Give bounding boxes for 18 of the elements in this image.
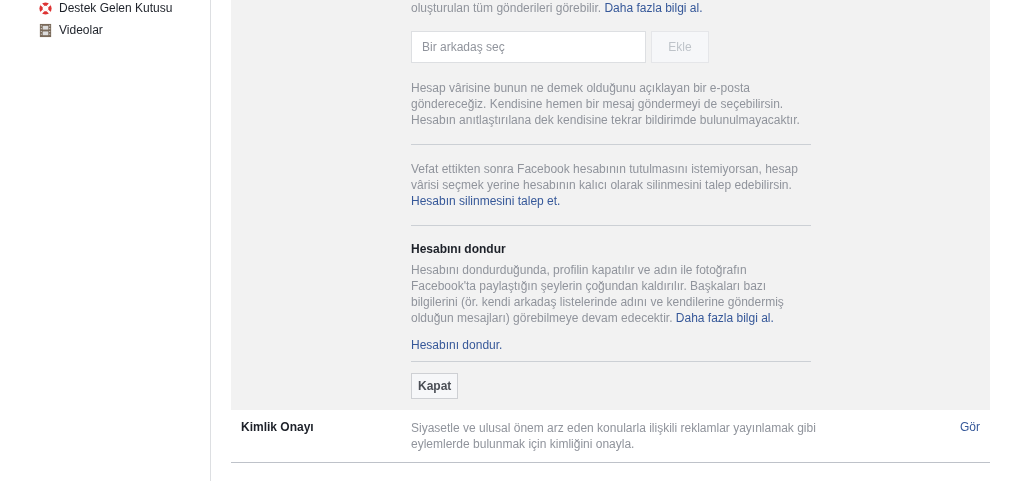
- learn-more-link[interactable]: Daha fazla bilgi al.: [675, 311, 774, 325]
- delete-account-link[interactable]: Hesabın silinmesini talep et.: [411, 194, 561, 208]
- delete-text: Vefat ettikten sonra Facebook hesabının tutulmasını istemiyorsan, hesap vârisi seçmek yerine hesabının kalıcı olarak silinmesini talep edebilirsin. Hesabın silinmesini talep et.: [411, 161, 799, 209]
- intro-text: oluşturulan tüm gönderileri görebilir. Daha fazla bilgi al.: [411, 0, 704, 16]
- view-link[interactable]: Gör: [960, 420, 980, 434]
- learn-more-link[interactable]: Daha fazla bilgi al.: [604, 1, 703, 15]
- lifebuoy-icon: [38, 0, 53, 16]
- sidebar-item[interactable]: Destek Gelen Kutusu: [59, 1, 173, 15]
- deactivate-text: Hesabını dondurduğunda, profilin kapatılır ve adın ile fotoğrafın Facebook'ta paylaştığın şeylerin çoğundan kaldırılır. Başkaları bazı bilgilerini (ör. kendi arkadaş listelerinde adını ve kendilerine göndermiş olduğun mesajları) görebilmeye devam edecektir. Daha fazla bilgi al.: [411, 262, 785, 326]
- close-button[interactable]: Kapat: [411, 373, 459, 399]
- deactivate-link[interactable]: Hesabını dondur.: [411, 337, 811, 353]
- row-title: Kimlik Onayı: [241, 420, 315, 434]
- notice-text: Hesap vârisine bunun ne demek olduğunu açıklayan bir e-posta göndereceğiz. Kendisine hemen bir mesaj göndermeyi de seçebilirsin. Hesabın anıtlaştırılana dek kendisine tekrar bildirimde bulunulmayacaktır.: [411, 80, 801, 128]
- sidebar-item[interactable]: Videolar: [59, 23, 103, 37]
- row-description: Siyasetle ve ulusal önem arz eden konularla ilişkili reklamlar yayınlamak gibi eylemlerde bulunmak için kimliğini onayla.: [411, 420, 817, 452]
- friend-field[interactable]: Bir arkadaş seç: [411, 31, 646, 63]
- film-icon: [38, 22, 53, 38]
- section-title: Hesabını dondur: [411, 242, 507, 256]
